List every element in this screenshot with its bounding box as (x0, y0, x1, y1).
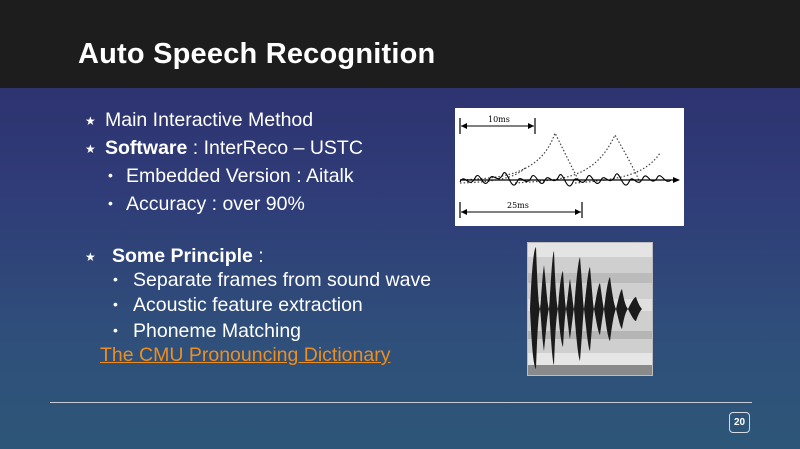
bullet-principle-label: Some Principle (112, 245, 253, 267)
cmu-dictionary-link[interactable]: The CMU Pronouncing Dictionary (100, 344, 390, 367)
bullet-software: Software : InterReco – USTC (105, 136, 363, 160)
sub-bullet-separate-frames: Separate frames from sound wave (133, 269, 432, 291)
star-bullet-icon: ★ (85, 114, 96, 128)
waveform-frames-diagram: 10ms 25ms (459, 115, 680, 218)
spectrogram-figure (527, 242, 653, 376)
bullet-principle-colon: : (252, 245, 264, 267)
dot-bullet-icon: • (113, 322, 118, 338)
dot-bullet-icon: • (108, 167, 113, 183)
label-25ms: 25ms (507, 201, 529, 210)
dot-bullet-icon: • (108, 195, 113, 211)
sub-bullet-accuracy: Accuracy : over 90% (126, 193, 305, 215)
bullet-software-label: Software (105, 137, 188, 159)
footer-divider (50, 402, 752, 403)
spectrogram-image (528, 243, 652, 375)
slide-title: Auto Speech Recognition (78, 38, 436, 70)
sub-bullet-acoustic-feature: Acoustic feature extraction (133, 294, 363, 316)
bullet-some-principle: Some Principle : (112, 244, 264, 268)
waveform-frames-figure: 10ms 25ms (455, 108, 684, 226)
title-bar: Auto Speech Recognition (0, 0, 800, 88)
sub-bullet-embedded-version: Embedded Version : Aitalk (126, 165, 354, 187)
sub-bullet-phoneme-matching: Phoneme Matching (133, 320, 302, 342)
bullet-software-value: : InterReco – USTC (187, 137, 363, 159)
dot-bullet-icon: • (113, 271, 118, 287)
star-bullet-icon: ★ (85, 250, 96, 264)
star-bullet-icon: ★ (85, 142, 96, 156)
bullet-main-interactive-method: Main Interactive Method (105, 109, 314, 131)
label-10ms: 10ms (488, 115, 510, 124)
page-number: 20 (729, 412, 750, 433)
dot-bullet-icon: • (113, 296, 118, 312)
